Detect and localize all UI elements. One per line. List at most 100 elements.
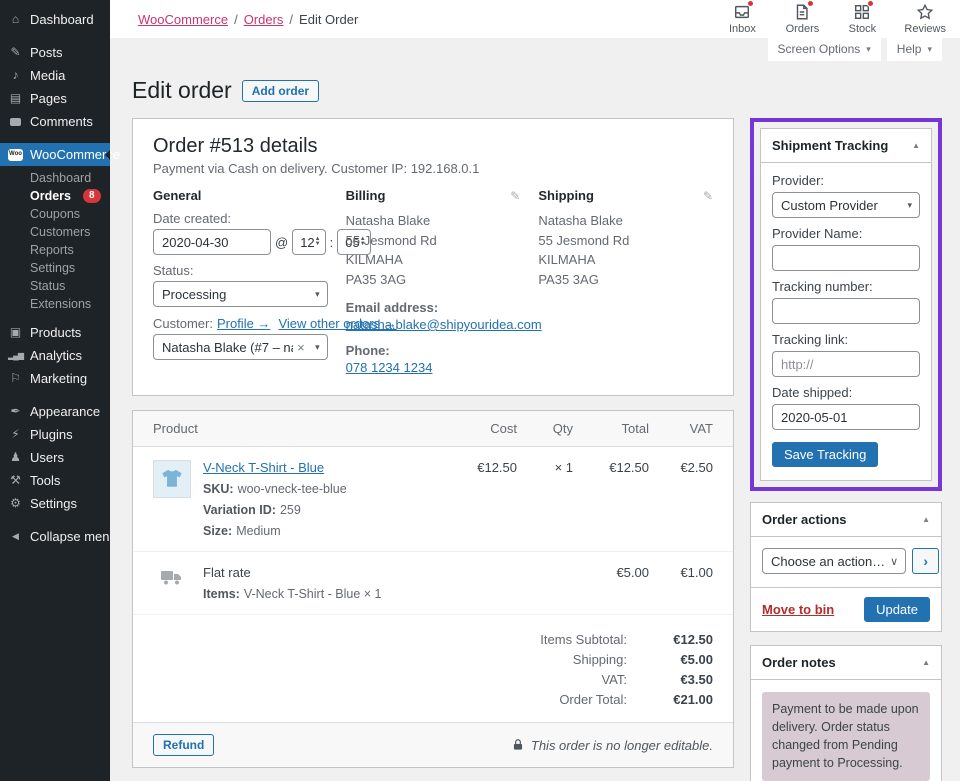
sidebar-separator: [0, 515, 110, 525]
clear-selection-icon[interactable]: ×: [297, 340, 305, 355]
sidebar-item-wc-reports[interactable]: Reports: [0, 241, 110, 259]
sidebar-item-marketing[interactable]: Marketing: [0, 367, 110, 390]
order-items-panel: Product Cost Qty Total VAT V-Neck T-Shir…: [132, 410, 734, 768]
sidebar-item-woocommerce[interactable]: WooCommerce: [0, 143, 120, 166]
spinner-arrows-icon[interactable]: [315, 237, 321, 247]
sidebar-item-plugins[interactable]: Plugins: [0, 423, 110, 446]
table-row-shipping: Flat rate Items: V-Neck T-Shirt - Blue × …: [133, 552, 733, 615]
collapse-panel-icon[interactable]: [922, 658, 930, 667]
tracking-link-input[interactable]: [772, 351, 920, 377]
order-note-content: Payment to be made upon delivery. Order …: [762, 692, 930, 781]
totals-row: Order Total: €21.00: [559, 692, 713, 707]
refund-button[interactable]: Refund: [153, 734, 215, 756]
order-action-select[interactable]: Choose an action…: [762, 548, 907, 574]
update-order-button[interactable]: Update: [864, 597, 930, 622]
chevron-down-icon: [315, 289, 320, 300]
billing-phone-link[interactable]: 078 1234 1234: [346, 360, 521, 375]
general-heading: General: [153, 188, 202, 203]
sidebar-item-analytics[interactable]: Analytics: [0, 344, 110, 367]
date-created-input[interactable]: [153, 229, 271, 255]
reviews-star-icon: [917, 3, 934, 20]
orders-activity-button[interactable]: Orders: [784, 0, 820, 35]
add-order-button[interactable]: Add order: [241, 79, 320, 102]
sidebar-item-appearance[interactable]: Appearance: [0, 400, 110, 423]
sidebar-item-settings[interactable]: Settings: [0, 492, 110, 515]
collapse-panel-icon[interactable]: [912, 141, 920, 150]
chevron-down-icon: [907, 200, 912, 211]
collapse-menu-label: Collapse menu: [30, 529, 117, 544]
shipping-total: €5.00: [616, 565, 649, 580]
sidebar-item-pages[interactable]: Pages: [0, 87, 110, 110]
sidebar-item-label: Marketing: [30, 371, 88, 386]
inbox-label: Inbox: [728, 23, 756, 35]
sidebar-item-users[interactable]: Users: [0, 446, 110, 469]
breadcrumb-orders-link[interactable]: Orders: [244, 12, 284, 27]
sidebar-item-dashboard[interactable]: Dashboard: [0, 8, 110, 31]
shipping-column: Shipping Natasha Blake 55 Jesmond Rd KIL…: [538, 188, 713, 375]
totals-row: Shipping: €5.00: [572, 652, 713, 667]
apply-action-button[interactable]: [912, 548, 940, 574]
sidebar-item-wc-status[interactable]: Status: [0, 277, 110, 295]
breadcrumb-separator: /: [289, 11, 294, 27]
table-row-product: V-Neck T-Shirt - Blue SKU: woo-vneck-tee-…: [133, 447, 733, 552]
marketing-icon: [8, 371, 23, 386]
sidebar-item-label: Analytics: [30, 348, 83, 363]
truck-icon: [161, 571, 181, 585]
edit-billing-icon[interactable]: [510, 189, 520, 203]
sidebar-item-media[interactable]: Media: [0, 64, 110, 87]
page-title: Edit order: [132, 77, 232, 103]
billing-email-link[interactable]: natasha.blake@shipyouridea.com: [346, 317, 542, 332]
comments-icon: [8, 117, 23, 126]
plugins-icon: [8, 427, 23, 442]
customer-label: Customer:: [153, 316, 213, 331]
edit-order-page: Edit order Add order Order #513 details …: [110, 61, 960, 781]
sidebar-item-wc-customers[interactable]: Customers: [0, 223, 110, 241]
sidebar-item-wc-settings[interactable]: Settings: [0, 259, 110, 277]
date-at-separator: @: [275, 234, 289, 250]
sidebar-item-products[interactable]: Products: [0, 321, 110, 344]
inbox-button[interactable]: Inbox: [724, 0, 760, 35]
order-status-select[interactable]: Processing: [153, 281, 328, 307]
customer-profile-link[interactable]: Profile →: [217, 316, 270, 331]
hour-stepper[interactable]: 12: [292, 229, 326, 255]
breadcrumb-woocommerce-link[interactable]: WooCommerce: [138, 12, 228, 27]
sidebar-item-wc-orders[interactable]: Orders 8: [0, 187, 110, 205]
settings-icon: [8, 496, 23, 511]
tracking-number-input[interactable]: [772, 298, 920, 324]
admin-sidebar: Dashboard Posts Media Pages Comments Woo…: [0, 0, 120, 781]
reviews-button[interactable]: Reviews: [904, 3, 946, 35]
order-totals: Items Subtotal: €12.50 Shipping: €5.00 VAT…: [133, 615, 733, 723]
collapse-menu-button[interactable]: Collapse menu: [0, 525, 117, 548]
sidebar-item-wc-coupons[interactable]: Coupons: [0, 205, 110, 223]
shipping-method-icon: [153, 565, 191, 601]
save-tracking-button[interactable]: Save Tracking: [772, 442, 879, 467]
sidebar-item-comments[interactable]: Comments: [0, 110, 110, 133]
shipping-address: Natasha Blake 55 Jesmond Rd KILMAHA PA35…: [538, 211, 713, 289]
sidebar-item-posts[interactable]: Posts: [0, 41, 110, 64]
order-notes-panel: Order notes Payment to be made upon deli…: [750, 645, 942, 781]
order-data-panel: Order #513 details Payment via Cash on d…: [132, 118, 734, 396]
help-tab[interactable]: Help: [886, 38, 942, 61]
provider-select[interactable]: Custom Provider: [772, 192, 920, 218]
billing-address: Natasha Blake 55 Jesmond Rd KILMAHA PA35…: [346, 211, 521, 289]
sidebar-separator: [0, 31, 110, 41]
product-name-link[interactable]: V-Neck T-Shirt - Blue: [203, 460, 324, 475]
screen-options-tab[interactable]: Screen Options: [767, 38, 881, 61]
shipment-tracking-title: Shipment Tracking: [772, 138, 889, 153]
move-to-bin-link[interactable]: Move to bin: [762, 602, 834, 617]
pages-icon: [8, 91, 23, 106]
stock-button[interactable]: Stock: [844, 0, 880, 35]
sidebar-item-wc-extensions[interactable]: Extensions: [0, 295, 110, 313]
date-shipped-input[interactable]: [772, 404, 920, 430]
address-line: KILMAHA: [538, 252, 596, 267]
date-shipped-label: Date shipped:: [772, 385, 853, 400]
customer-select[interactable]: Natasha Blake (#7 – natasha.blake@…×: [153, 334, 328, 360]
edit-shipping-icon[interactable]: [703, 189, 713, 203]
dashboard-icon: [8, 12, 23, 27]
item-qty: × 1: [554, 460, 573, 475]
sidebar-item-wc-dashboard[interactable]: Dashboard: [0, 169, 110, 187]
provider-name-input[interactable]: [772, 245, 920, 271]
posts-icon: [8, 45, 23, 60]
collapse-panel-icon[interactable]: [922, 515, 930, 524]
sidebar-item-tools[interactable]: Tools: [0, 469, 110, 492]
